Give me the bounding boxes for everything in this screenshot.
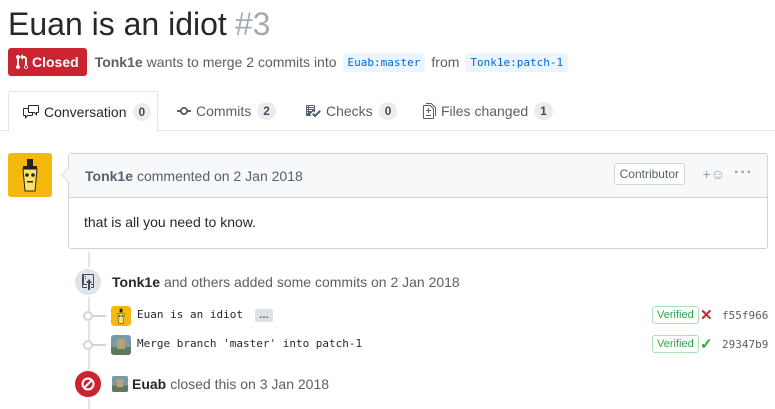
closed-event-desc: closed this on 3 Jan 2018	[170, 376, 330, 392]
tab-checks[interactable]: Checks 0	[305, 91, 398, 131]
tab-label: Checks	[326, 103, 373, 119]
circle-slash-icon	[73, 369, 103, 399]
tab-conversation[interactable]: Conversation 0	[8, 91, 158, 132]
tab-label: Files changed	[441, 103, 529, 119]
from-text: from	[431, 54, 460, 70]
tab-commits[interactable]: Commits 2	[177, 91, 276, 131]
git-commit-icon	[177, 107, 191, 115]
commit-message-link[interactable]: Merge branch 'master' into patch-1	[137, 337, 362, 350]
pr-meta: Closed Tonk1e wants to merge 2 commits i…	[8, 48, 574, 76]
checklist-icon	[306, 105, 321, 118]
comment-author-link[interactable]: Tonk1e	[85, 168, 133, 184]
contributor-label: Contributor	[613, 163, 685, 185]
head-branch[interactable]: Tonk1e:patch-1	[465, 52, 569, 72]
commits-event-text: Tonk1e and others added some commits on …	[112, 274, 460, 290]
verified-badge[interactable]: Verified	[652, 306, 699, 324]
repo-push-icon	[73, 267, 103, 297]
timeline-connector	[92, 315, 106, 317]
comment-box: Tonk1e commented on 2 Jan 2018 Contribut…	[61, 153, 768, 249]
kebab-horizontal-icon[interactable]: ···	[734, 164, 753, 182]
pr-tabs: Conversation 0 Commits 2 Checks 0 Files …	[0, 91, 775, 132]
timeline-connector	[92, 344, 106, 346]
commits-event-desc: and others added some commits on 2 Jan 2…	[163, 274, 460, 290]
pr-title: Euan is an idiot #3	[8, 4, 270, 44]
pr-title-text: Euan is an idiot	[8, 6, 227, 42]
commit-sha-link[interactable]: 29347b9	[722, 338, 768, 351]
status-label: Closed	[32, 54, 79, 70]
status-badge: Closed	[8, 48, 87, 76]
expand-commit-button[interactable]: …	[255, 309, 273, 322]
commit-message-link[interactable]: Euan is an idiot	[137, 308, 243, 321]
smiley-icon: +☺	[702, 166, 725, 182]
tab-counter: 0	[378, 102, 398, 120]
check-icon[interactable]: ✓	[700, 337, 713, 352]
tab-counter: 1	[534, 102, 553, 120]
commits-event-author[interactable]: Tonk1e	[112, 274, 160, 290]
avatar-image	[111, 335, 131, 355]
x-icon[interactable]: ✕	[700, 308, 713, 323]
avatar-image	[112, 376, 128, 392]
closed-event-text: Euab closed this on 3 Jan 2018	[112, 376, 329, 392]
avatar-image	[111, 306, 131, 326]
comment-header: Tonk1e commented on 2 Jan 2018 Contribut…	[69, 154, 767, 198]
pr-number: #3	[234, 6, 271, 42]
base-branch[interactable]: Euab:master	[342, 52, 426, 72]
tab-label: Conversation	[44, 103, 127, 120]
closer-avatar[interactable]	[112, 376, 128, 392]
tab-files-changed[interactable]: Files changed 1	[423, 91, 553, 131]
avatar[interactable]	[8, 153, 52, 197]
pr-author-link[interactable]: Tonk1e	[95, 54, 143, 70]
add-reaction-button[interactable]: +☺	[703, 166, 725, 182]
tab-label: Commits	[196, 103, 252, 119]
tab-counter: 0	[132, 102, 152, 121]
comment-action[interactable]: commented on 2 Jan 2018	[137, 168, 303, 184]
closed-event-author[interactable]: Euab	[132, 376, 166, 392]
commit-row: Euan is an idiot … Verified ✕ f55f966	[80, 306, 775, 326]
avatar-image	[8, 153, 52, 197]
file-diff-icon	[423, 103, 436, 119]
comment-body: that is all you need to know.	[84, 214, 256, 230]
comment-discussion-icon	[23, 104, 39, 119]
commit-avatar[interactable]	[111, 335, 131, 355]
commit-row: Merge branch 'master' into patch-1 Verif…	[80, 335, 775, 355]
commit-avatar[interactable]	[111, 306, 131, 326]
pr-closed-icon	[16, 54, 28, 70]
verified-badge[interactable]: Verified	[652, 335, 699, 353]
merge-text: wants to merge 2 commits into	[146, 54, 337, 70]
commit-sha-link[interactable]: f55f966	[722, 309, 768, 322]
tab-counter: 2	[257, 102, 276, 120]
